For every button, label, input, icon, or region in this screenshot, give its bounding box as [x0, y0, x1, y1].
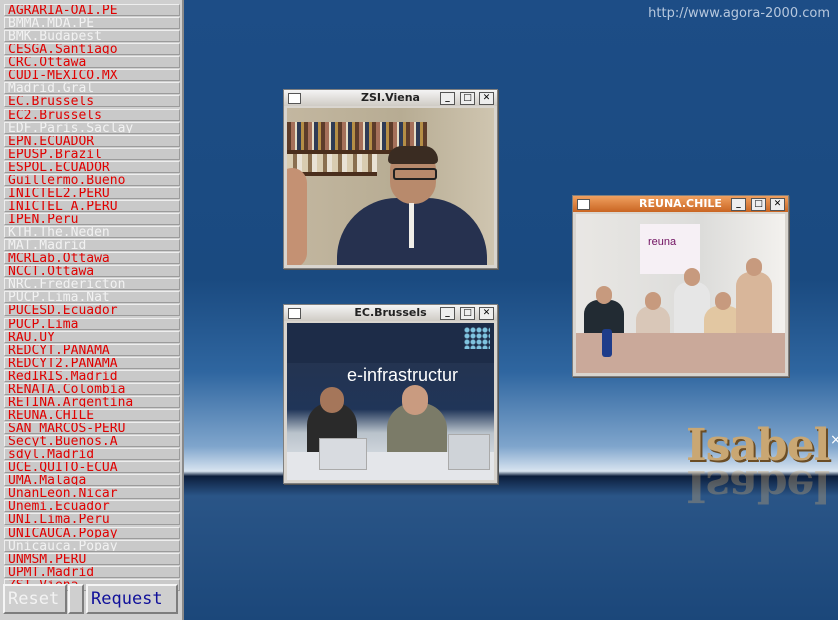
- video-feed: [287, 108, 494, 265]
- close-button[interactable]: ✕: [479, 307, 494, 320]
- person: [287, 168, 307, 265]
- close-button[interactable]: ✕: [479, 92, 494, 105]
- reset-button[interactable]: Reset: [3, 584, 67, 614]
- site-list-item[interactable]: RENATA.Colombia: [4, 382, 180, 395]
- site-list-item[interactable]: NCCT.Ottawa: [4, 265, 180, 278]
- close-button[interactable]: ✕: [770, 198, 785, 211]
- site-list-item[interactable]: RAU.UY: [4, 330, 180, 343]
- site-list-item[interactable]: CRC.Ottawa: [4, 56, 180, 69]
- titlebar[interactable]: REUNA.CHILE _ □ ✕: [573, 196, 788, 212]
- banner-text: reuna: [648, 236, 677, 248]
- site-list-panel: AGRARIA-OAI.PE BMMA.MDA.PE BMK.Budapest CES…: [0, 0, 184, 620]
- site-list-item[interactable]: PUCP.Lima: [4, 317, 180, 330]
- site-list-item[interactable]: INICTEL_A.PERU: [4, 199, 180, 212]
- site-list-item[interactable]: REDCYT.PANAMA: [4, 343, 180, 356]
- site-list-item[interactable]: EC.Brussels: [4, 95, 180, 108]
- slide-header: [287, 323, 494, 363]
- site-list: AGRARIA-OAI.PE BMMA.MDA.PE BMK.Budapest CES…: [4, 4, 180, 592]
- site-list-item[interactable]: CUDI-MEXICO.MX: [4, 69, 180, 82]
- site-list-item[interactable]: EPN.ECUADOR: [4, 134, 180, 147]
- site-list-item[interactable]: KTH.The.Neden: [4, 226, 180, 239]
- speaker-head: [402, 385, 428, 415]
- close-icon[interactable]: ×: [830, 432, 838, 448]
- site-list-item[interactable]: REUNA.CHILE: [4, 408, 180, 421]
- site-list-item[interactable]: sdyl.Madrid: [4, 448, 180, 461]
- banner: [640, 224, 700, 274]
- spacer-button[interactable]: [68, 584, 84, 614]
- site-list-item[interactable]: UnanLeon.Nicar: [4, 487, 180, 500]
- titlebar[interactable]: EC.Brussels _ □ ✕: [284, 305, 497, 321]
- window-menu-icon[interactable]: [288, 93, 301, 104]
- minimize-button[interactable]: _: [440, 307, 455, 320]
- site-list-item[interactable]: UNMSM.PERU: [4, 552, 180, 565]
- site-list-item[interactable]: IPEN.Peru: [4, 213, 180, 225]
- window-title: EC.Brussels: [354, 306, 427, 319]
- window-menu-icon[interactable]: [577, 199, 590, 210]
- person-head: [645, 292, 661, 310]
- video-window-ec[interactable]: EC.Brussels _ □ ✕ e-infrastructur: [283, 304, 498, 484]
- person-head: [715, 292, 731, 310]
- maximize-button[interactable]: □: [460, 92, 475, 105]
- site-list-item[interactable]: Unemi.Ecuador: [4, 500, 180, 513]
- person-head: [596, 286, 612, 304]
- site-list-item[interactable]: UNICAUCA.Popay: [4, 526, 180, 539]
- site-list-item[interactable]: RETINA.Argentina: [4, 395, 180, 408]
- site-list-item[interactable]: Unicauca.Popay: [4, 539, 180, 552]
- site-list-item[interactable]: EPUSP.Brazil: [4, 147, 180, 160]
- laptop: [319, 438, 367, 470]
- pen: [409, 203, 414, 248]
- speaker-head: [320, 387, 344, 413]
- site-list-item[interactable]: EC2.Brussels: [4, 108, 180, 121]
- site-list-item[interactable]: UPMT.Madrid: [4, 565, 180, 578]
- site-list-item[interactable]: AGRARIA-OAI.PE: [4, 4, 180, 16]
- site-list-item[interactable]: MAT.Madrid: [4, 239, 180, 252]
- laptop: [448, 434, 490, 470]
- site-list-item[interactable]: UMA.Malaga: [4, 474, 180, 487]
- glasses: [393, 168, 437, 180]
- site-list-item[interactable]: CESGA.Santiago: [4, 43, 180, 56]
- site-list-item[interactable]: REDCYT2.PANAMA: [4, 356, 180, 369]
- video-feed: e-infrastructur: [287, 323, 494, 480]
- site-list-item[interactable]: PUCESD.Ecuador: [4, 304, 180, 317]
- video-window-zsi[interactable]: ZSI.Viena _ □ ✕: [283, 89, 498, 269]
- site-list-item[interactable]: PUCP.Lima.Nat: [4, 291, 180, 304]
- maximize-button[interactable]: □: [460, 307, 475, 320]
- site-list-item[interactable]: SAN_MARCOS-PERU: [4, 422, 180, 434]
- maximize-button[interactable]: □: [751, 198, 766, 211]
- site-list-item[interactable]: RedIRIS.Madrid: [4, 369, 180, 382]
- site-list-item[interactable]: NRC.Fredericton: [4, 278, 180, 291]
- site-list-item[interactable]: Madrid.Gral: [4, 82, 180, 95]
- video-window-reuna[interactable]: REUNA.CHILE _ □ ✕ reuna: [572, 195, 789, 377]
- site-list-item[interactable]: Secyt.Buenos.A: [4, 435, 180, 448]
- site-list-item[interactable]: MCRLab.Ottawa: [4, 252, 180, 265]
- site-list-item[interactable]: INICTEL2.PERU: [4, 186, 180, 199]
- dots-logo: [464, 327, 490, 349]
- person-hair: [388, 146, 438, 164]
- minimize-button[interactable]: _: [440, 92, 455, 105]
- site-list-item[interactable]: UNI.Lima.Peru: [4, 513, 180, 526]
- site-list-item[interactable]: BMK.Budapest: [4, 30, 180, 43]
- slide-text: e-infrastructur: [347, 365, 459, 385]
- titlebar[interactable]: ZSI.Viena _ □ ✕: [284, 90, 497, 106]
- video-feed: reuna: [576, 214, 785, 373]
- site-list-item[interactable]: Guillermo.Bueno: [4, 173, 180, 186]
- minimize-button[interactable]: _: [731, 198, 746, 211]
- site-list-item[interactable]: UCE.QUITO-ECUA: [4, 461, 180, 474]
- site-list-item[interactable]: BMMA.MDA.PE: [4, 17, 180, 30]
- site-list-item[interactable]: EDF.Paris.Saclay: [4, 121, 180, 134]
- url-label: http://www.agora-2000.com: [648, 6, 830, 21]
- window-title: REUNA.CHILE: [639, 197, 722, 210]
- person-head: [684, 268, 700, 286]
- site-list-item[interactable]: ESPOL.ECUADOR: [4, 160, 180, 173]
- brand-reflection: Isabel: [686, 460, 830, 511]
- window-title: ZSI.Viena: [361, 91, 420, 104]
- thermos: [602, 329, 612, 357]
- window-menu-icon[interactable]: [288, 308, 301, 319]
- person-head: [746, 258, 762, 276]
- request-button[interactable]: Request: [86, 584, 178, 614]
